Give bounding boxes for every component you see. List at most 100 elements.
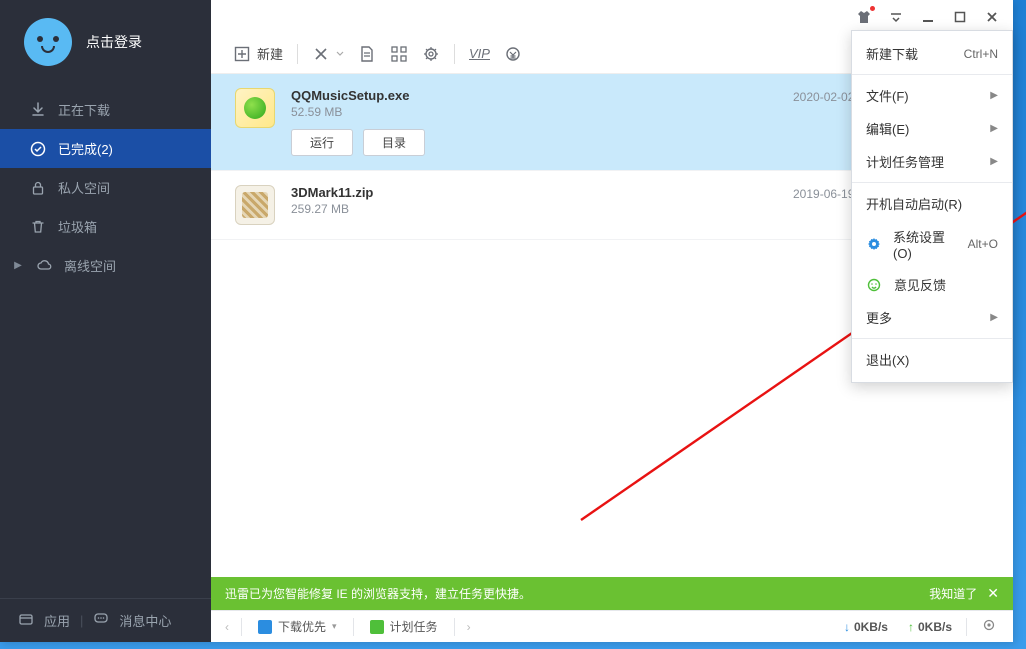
- menu-item-label: 编辑(E): [866, 119, 909, 138]
- upload-speed: ↑ 0KB/s: [902, 620, 958, 634]
- sidebar-item-completed[interactable]: 已完成(2): [0, 129, 211, 168]
- minimize-button[interactable]: [915, 4, 941, 30]
- separator: [454, 618, 455, 636]
- open-folder-button[interactable]: 目录: [363, 129, 425, 156]
- sidebar-item-private[interactable]: 私人空间: [0, 168, 211, 207]
- app-window: 点击登录 正在下载 已完成(2) 私人空间 垃圾箱 ▶ 离线空间: [0, 0, 1013, 642]
- maximize-button[interactable]: [947, 4, 973, 30]
- notify-ok-label: 我知道了: [929, 585, 977, 602]
- user-login-row[interactable]: 点击登录: [0, 0, 211, 90]
- menu-item-new-download[interactable]: 新建下载 Ctrl+N: [852, 37, 1012, 70]
- apps-icon: [18, 611, 34, 630]
- titlebar: [211, 0, 1013, 34]
- sidebar: 点击登录 正在下载 已完成(2) 私人空间 垃圾箱 ▶ 离线空间: [0, 0, 211, 642]
- menu-item-label: 退出(X): [866, 350, 909, 369]
- run-button[interactable]: 运行: [291, 129, 353, 156]
- new-download-button[interactable]: 新建: [233, 44, 283, 63]
- schedule-task-chip[interactable]: 计划任务: [362, 618, 446, 635]
- sidebar-item-label: 离线空间: [64, 256, 116, 275]
- notify-dismiss[interactable]: 我知道了 ✕: [929, 585, 999, 602]
- menu-item-more[interactable]: 更多 ▶: [852, 301, 1012, 334]
- main-menu-dropdown: 新建下载 Ctrl+N 文件(F) ▶ 编辑(E) ▶ 计划任务管理 ▶ 开机自…: [851, 30, 1013, 383]
- coin-icon[interactable]: [504, 45, 522, 63]
- menu-item-edit[interactable]: 编辑(E) ▶: [852, 112, 1012, 145]
- check-circle-icon: [30, 141, 46, 157]
- square-blue-icon: [258, 620, 272, 634]
- separator: |: [80, 613, 83, 628]
- schedule-label: 计划任务: [390, 618, 438, 635]
- sidebar-item-offline[interactable]: ▶ 离线空间: [0, 246, 211, 285]
- qr-icon[interactable]: [390, 45, 408, 63]
- chevron-right-icon: ▶: [990, 156, 998, 167]
- open-file-icon[interactable]: [358, 45, 376, 63]
- close-button[interactable]: [979, 4, 1005, 30]
- notify-text: 迅雷已为您智能修复 IE 的浏览器支持，建立任务更快捷。: [225, 585, 531, 602]
- sidebar-nav: 正在下载 已完成(2) 私人空间 垃圾箱 ▶ 离线空间: [0, 90, 211, 285]
- separator: [966, 618, 967, 636]
- down-speed-value: 0KB/s: [854, 620, 888, 634]
- settings-icon[interactable]: [975, 617, 1003, 636]
- chevron-right-icon: ▶: [990, 123, 998, 134]
- avatar: [24, 18, 72, 66]
- sidebar-item-label: 已完成(2): [58, 139, 113, 158]
- sidebar-item-label: 垃圾箱: [58, 217, 97, 236]
- sidebar-footer: 应用 | 消息中心: [0, 598, 211, 642]
- file-meta: QQMusicSetup.exe 52.59 MB 运行 目录: [291, 88, 777, 156]
- file-type-icon: [235, 185, 275, 225]
- chevron-right-icon: ▶: [12, 260, 24, 271]
- toolbar-group-left: 新建 VIP: [233, 44, 522, 64]
- nav-left-icon[interactable]: ‹: [221, 620, 233, 634]
- priority-label: 下载优先: [278, 618, 326, 635]
- menu-item-label: 系统设置(O): [893, 227, 960, 261]
- sidebar-item-label: 私人空间: [58, 178, 110, 197]
- vip-icon[interactable]: VIP: [469, 46, 490, 61]
- menu-dropdown-button[interactable]: [883, 4, 909, 30]
- close-icon: ✕: [987, 585, 999, 602]
- menu-item-label: 计划任务管理: [866, 152, 944, 171]
- file-name: QQMusicSetup.exe: [291, 88, 777, 103]
- footer-msgcenter[interactable]: 消息中心: [119, 611, 171, 630]
- shortcut-label: Ctrl+N: [964, 47, 998, 61]
- statusbar: ‹ 下载优先 ▾ 计划任务 › ↓ 0KB/s ↑ 0KB/s: [211, 610, 1013, 642]
- menu-item-settings[interactable]: 系统设置(O) Alt+O: [852, 220, 1012, 268]
- nav-right-icon[interactable]: ›: [463, 620, 475, 634]
- menu-item-autostart[interactable]: 开机自动启动(R): [852, 187, 1012, 220]
- separator: [353, 618, 354, 636]
- delete-icon[interactable]: [312, 45, 344, 63]
- footer-apps[interactable]: 应用: [44, 611, 70, 630]
- download-priority-chip[interactable]: 下载优先 ▾: [250, 618, 345, 635]
- file-size: 259.27 MB: [291, 202, 777, 216]
- new-download-label: 新建: [257, 44, 283, 63]
- trash-icon: [30, 219, 46, 235]
- separator: [297, 44, 298, 64]
- file-meta: 3DMark11.zip 259.27 MB: [291, 185, 777, 216]
- chevron-right-icon: ▶: [990, 90, 998, 101]
- cloud-icon: [36, 258, 52, 274]
- menu-item-file[interactable]: 文件(F) ▶: [852, 79, 1012, 112]
- main-panel: 新建 VIP QQMusicSetup.exe 52.59 MB: [211, 0, 1013, 642]
- menu-item-label: 意见反馈: [894, 275, 946, 294]
- menu-item-label: 更多: [866, 308, 892, 327]
- separator: [852, 182, 1012, 183]
- gear-icon[interactable]: [422, 45, 440, 63]
- shortcut-label: Alt+O: [968, 237, 998, 251]
- menu-item-task-manager[interactable]: 计划任务管理 ▶: [852, 145, 1012, 178]
- separator: [241, 618, 242, 636]
- file-size: 52.59 MB: [291, 105, 777, 119]
- smile-icon: [866, 277, 882, 293]
- sidebar-item-label: 正在下载: [58, 100, 110, 119]
- download-speed: ↓ 0KB/s: [838, 620, 894, 634]
- sidebar-item-downloading[interactable]: 正在下载: [0, 90, 211, 129]
- menu-item-label: 文件(F): [866, 86, 909, 105]
- square-green-icon: [370, 620, 384, 634]
- menu-item-exit[interactable]: 退出(X): [852, 343, 1012, 376]
- sidebar-item-trash[interactable]: 垃圾箱: [0, 207, 211, 246]
- login-label: 点击登录: [86, 32, 142, 52]
- chevron-down-icon: ▾: [332, 621, 337, 632]
- menu-item-feedback[interactable]: 意见反馈: [852, 268, 1012, 301]
- skin-icon[interactable]: [851, 4, 877, 30]
- file-type-icon: [235, 88, 275, 128]
- menu-item-label: 开机自动启动(R): [866, 194, 962, 213]
- menu-item-label: 新建下载: [866, 44, 918, 63]
- arrow-down-icon: ↓: [844, 620, 850, 634]
